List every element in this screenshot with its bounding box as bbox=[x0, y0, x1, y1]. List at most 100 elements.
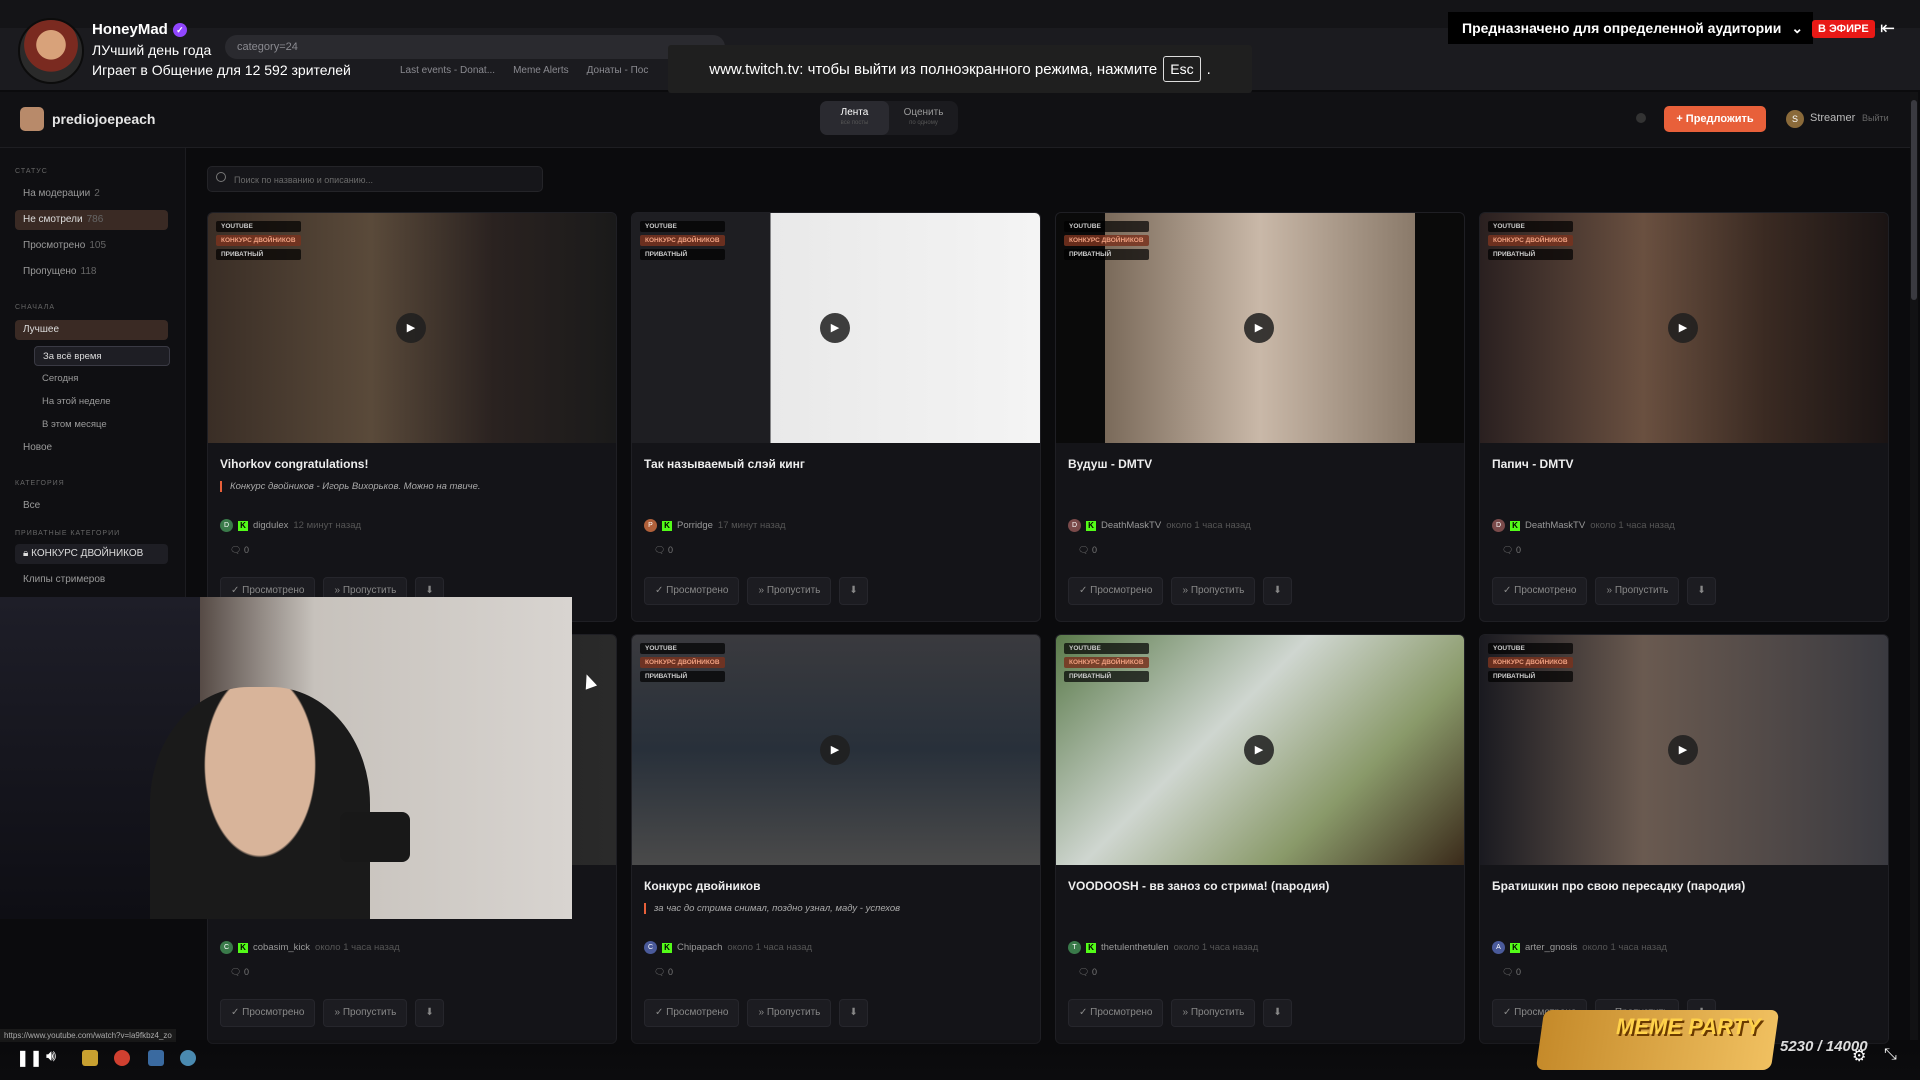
streamer-avatar[interactable] bbox=[18, 18, 84, 84]
comment-count-value: 0 bbox=[667, 967, 673, 977]
sidebar-item-watched[interactable]: Просмотрено 105 bbox=[15, 236, 168, 256]
clip-tags: YOUTUBE КОНКУРС ДВОЙНИКОВ ПРИВАТНЫЙ bbox=[216, 221, 301, 260]
folder-icon[interactable] bbox=[82, 1050, 98, 1066]
browser-icon[interactable] bbox=[114, 1050, 130, 1066]
sidebar-item-unwatched[interactable]: Не смотрели 786 bbox=[15, 210, 168, 230]
pin-icon[interactable]: ⬇ bbox=[839, 999, 868, 1027]
comment-icon: 🗨︎ bbox=[1078, 967, 1092, 977]
clip-card[interactable]: YOUTUBE КОНКУРС ДВОЙНИКОВ ПРИВАТНЫЙ ▶ Конкур… bbox=[631, 634, 1041, 1044]
pin-icon[interactable]: ⬇ bbox=[1263, 999, 1292, 1027]
clip-title: Папич - DMTV bbox=[1492, 457, 1574, 471]
clip-card[interactable]: YOUTUBE КОНКУРС ДВОЙНИКОВ ПРИВАТНЫЙ ▶ Братиш… bbox=[1479, 634, 1889, 1044]
author-name[interactable]: thetulenthetulen bbox=[1101, 942, 1169, 953]
sidebar-item-best[interactable]: Лучшее bbox=[15, 320, 168, 340]
mark-watched-button[interactable]: ✓ Просмотрено bbox=[644, 999, 740, 1027]
skip-button[interactable]: » Пропустить bbox=[1595, 577, 1680, 605]
sidebar-category-heading: КАТЕГОРИЯ bbox=[15, 480, 65, 487]
address-bar[interactable]: category=24 bbox=[225, 35, 725, 59]
clip-card[interactable]: YOUTUBE КОНКУРС ДВОЙНИКОВ ПРИВАТНЫЙ ▶ VOODOO… bbox=[1055, 634, 1465, 1044]
sidebar-item-label: На модерации bbox=[23, 188, 91, 199]
skip-button[interactable]: » Пропустить bbox=[323, 999, 408, 1027]
mark-watched-button[interactable]: ✓ Просмотрено bbox=[1068, 999, 1164, 1027]
mark-watched-button[interactable]: ✓ Просмотрено bbox=[220, 999, 316, 1027]
sidebar-item-skipped[interactable]: Пропущено 118 bbox=[15, 262, 168, 282]
sidebar-category-all[interactable]: Все bbox=[15, 496, 168, 516]
theme-toggle-icon[interactable] bbox=[1636, 113, 1646, 123]
exit-fullscreen-icon[interactable]: ⤡ bbox=[1884, 1046, 1897, 1064]
fullscreen-notice-suffix: . bbox=[1206, 60, 1211, 78]
bookmark-donations[interactable]: Донаты - Пос bbox=[587, 65, 649, 83]
comment-count: 🗨︎ 0 bbox=[1502, 967, 1521, 978]
kick-icon: K bbox=[1086, 942, 1096, 953]
search-icon bbox=[216, 172, 226, 182]
steam-icon[interactable] bbox=[180, 1050, 196, 1066]
sidebar-category-contest[interactable]: 🔒︎ КОНКУРС ДВОЙНИКОВ bbox=[15, 544, 168, 564]
mark-watched-button[interactable]: ✓ Просмотрено bbox=[644, 577, 740, 605]
author-name[interactable]: arter_gnosis bbox=[1525, 942, 1577, 953]
play-icon[interactable]: ▶ bbox=[1244, 313, 1274, 343]
tab-rate[interactable]: Оценить по одному bbox=[889, 101, 958, 135]
comment-count: 🗨︎ 0 bbox=[230, 967, 249, 978]
bookmark-last-events[interactable]: Last events - Donat... bbox=[400, 65, 495, 83]
play-icon[interactable]: ▶ bbox=[396, 313, 426, 343]
author-name[interactable]: Porridge bbox=[677, 520, 713, 531]
pin-icon[interactable]: ⬇ bbox=[415, 999, 444, 1027]
clip-tags: YOUTUBE КОНКУРС ДВОЙНИКОВ ПРИВАТНЫЙ bbox=[1488, 221, 1573, 260]
skip-button[interactable]: » Пропустить bbox=[747, 999, 832, 1027]
bookmark-meme-alerts[interactable]: Meme Alerts bbox=[513, 65, 569, 83]
play-icon[interactable]: ▶ bbox=[1244, 735, 1274, 765]
pin-icon[interactable]: ⬇ bbox=[1263, 577, 1292, 605]
author-name[interactable]: DeathMaskTV bbox=[1101, 520, 1161, 531]
author-name[interactable]: DeathMaskTV bbox=[1525, 520, 1585, 531]
play-icon[interactable]: ▶ bbox=[820, 735, 850, 765]
skip-button[interactable]: » Пропустить bbox=[1171, 577, 1256, 605]
skip-button[interactable]: » Пропустить bbox=[747, 577, 832, 605]
play-icon[interactable]: ▶ bbox=[1668, 735, 1698, 765]
sidebar-item-label: Пропущено bbox=[23, 266, 77, 277]
search-input[interactable]: Поиск по названию и описанию... bbox=[207, 166, 543, 192]
tag-private: ПРИВАТНЫЙ bbox=[1488, 249, 1573, 260]
sidebar-item-moderation[interactable]: На модерации 2 bbox=[15, 184, 168, 204]
suggest-button[interactable]: + Предложить bbox=[1664, 106, 1766, 132]
author-name[interactable]: cobasim_kick bbox=[253, 942, 310, 953]
play-icon[interactable]: ▶ bbox=[1668, 313, 1698, 343]
sidebar-category-clips[interactable]: Клипы стримеров bbox=[15, 570, 168, 590]
audience-banner[interactable]: Предназначено для определенной аудитории… bbox=[1448, 12, 1814, 44]
play-icon[interactable]: ▶ bbox=[820, 313, 850, 343]
tag-youtube: YOUTUBE bbox=[1064, 221, 1149, 232]
mark-watched-button[interactable]: ✓ Просмотрено bbox=[1492, 577, 1588, 605]
sidebar-period-month[interactable]: В этом месяце bbox=[34, 415, 170, 435]
pin-icon[interactable]: ⬇ bbox=[1687, 577, 1716, 605]
mark-watched-button[interactable]: ✓ Просмотрено bbox=[1068, 577, 1164, 605]
kick-icon: K bbox=[238, 942, 248, 953]
app-tray-icon[interactable] bbox=[148, 1050, 164, 1066]
collapse-arrow-icon[interactable]: ⇤ bbox=[1880, 18, 1895, 39]
gear-icon[interactable]: ⚙ bbox=[1852, 1046, 1866, 1066]
clip-card[interactable]: YOUTUBE КОНКУРС ДВОЙНИКОВ ПРИВАТНЫЙ ▶ Так на… bbox=[631, 212, 1041, 622]
sidebar-period-all-time[interactable]: За всё время bbox=[34, 346, 170, 366]
clip-author: C Kcobasim_kick около 1 часа назад bbox=[220, 941, 400, 954]
pin-icon[interactable]: ⬇ bbox=[839, 577, 868, 605]
volume-icon[interactable]: 🔊︎ bbox=[46, 1048, 56, 1066]
scrollbar-thumb[interactable] bbox=[1911, 100, 1917, 300]
user-name: Streamer bbox=[1810, 112, 1856, 124]
tag-contest: КОНКУРС ДВОЙНИКОВ bbox=[640, 235, 725, 246]
clip-card[interactable]: YOUTUBE КОНКУРС ДВОЙНИКОВ ПРИВАТНЫЙ ▶ Вудуш … bbox=[1055, 212, 1465, 622]
sidebar-period-today[interactable]: Сегодня bbox=[34, 369, 170, 389]
sidebar-item-label: Не смотрели bbox=[23, 214, 83, 225]
clip-card[interactable]: YOUTUBE КОНКУРС ДВОЙНИКОВ ПРИВАТНЫЙ ▶ Папич … bbox=[1479, 212, 1889, 622]
tag-private: ПРИВАТНЫЙ bbox=[216, 249, 301, 260]
esc-key: Esc bbox=[1163, 56, 1201, 82]
author-name[interactable]: Chipapach bbox=[677, 942, 722, 953]
clip-time: 17 минут назад bbox=[717, 520, 786, 531]
sidebar-item-new[interactable]: Новое bbox=[15, 438, 168, 458]
tab-feed[interactable]: Лента все посты bbox=[820, 101, 889, 135]
pause-icon[interactable]: ❚❚ bbox=[16, 1048, 43, 1068]
clip-title: VOODOOSH - вв заноз со стрима! (пародия) bbox=[1068, 879, 1330, 893]
skip-button[interactable]: » Пропустить bbox=[1171, 999, 1256, 1027]
sidebar-period-week[interactable]: На этой неделе bbox=[34, 392, 170, 412]
logout-link[interactable]: Выйти bbox=[1862, 113, 1889, 123]
author-name[interactable]: digdulex bbox=[253, 520, 288, 531]
clip-card[interactable]: YOUTUBE КОНКУРС ДВОЙНИКОВ ПРИВАТНЫЙ ▶ Vihork… bbox=[207, 212, 617, 622]
streamer-name[interactable]: HoneyMad ✓ bbox=[92, 21, 187, 38]
